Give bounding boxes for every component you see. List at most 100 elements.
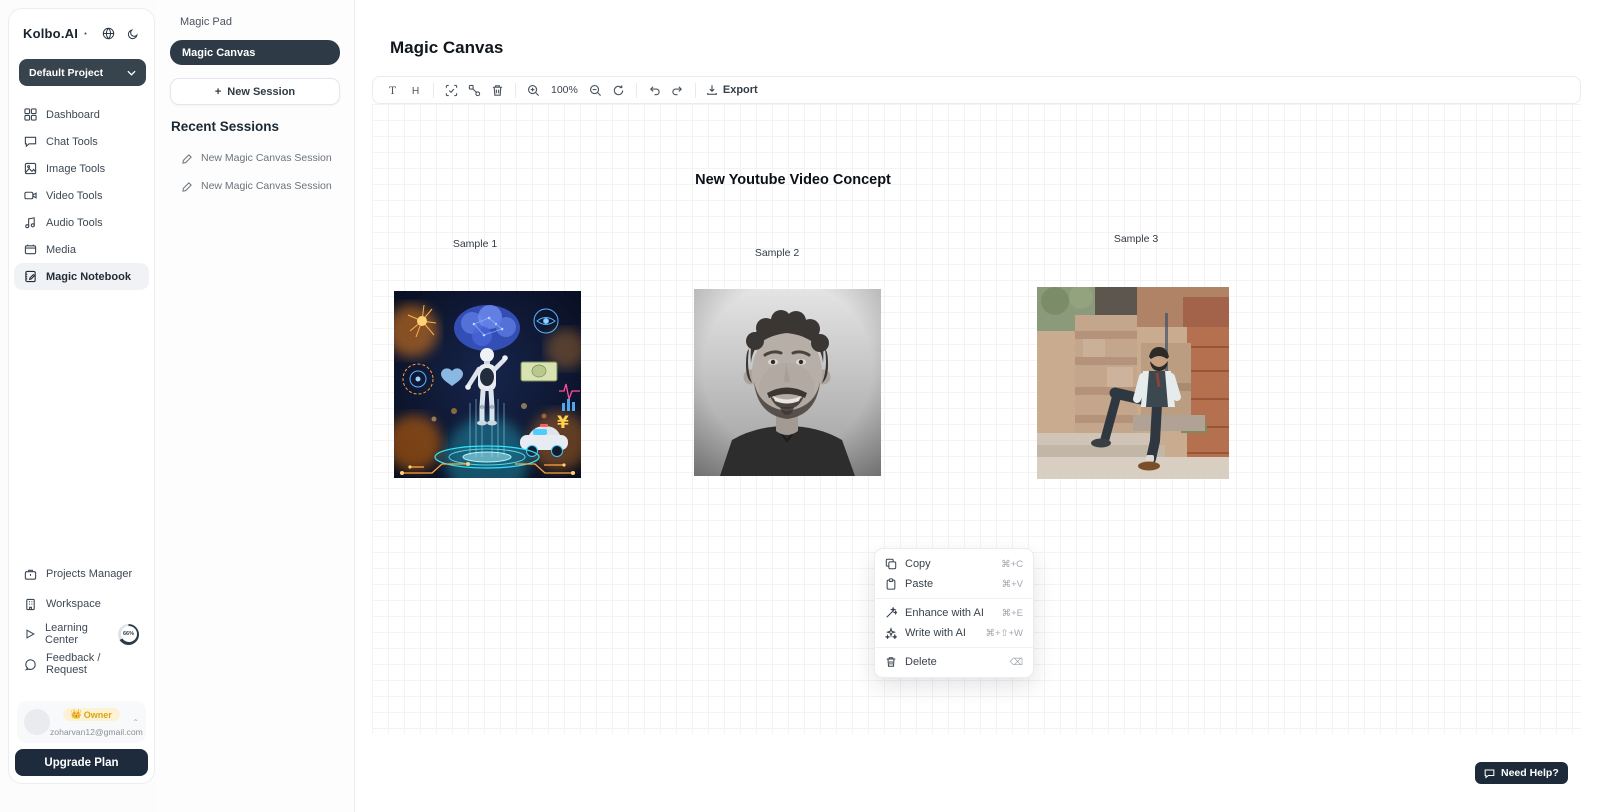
sidebar-item-dashboard[interactable]: Dashboard (14, 101, 149, 128)
context-menu-divider (875, 647, 1033, 648)
undo-icon (648, 84, 661, 97)
sidebar-item-magic-notebook[interactable]: Magic Notebook (14, 263, 149, 290)
zoom-in-button[interactable] (522, 79, 545, 101)
sidebar-item-label: Learning Center (45, 622, 107, 646)
sidebar-item-image-tools[interactable]: Image Tools (14, 155, 149, 182)
shortcut-label: ⌘+⇧+W (985, 628, 1023, 639)
reset-rotation-button[interactable] (607, 79, 630, 101)
chevron-down-icon (127, 70, 136, 76)
context-item-label: Enhance with AI (905, 607, 984, 619)
context-menu: Copy ⌘+C Paste ⌘+V Enhance with AI ⌘+E W… (874, 548, 1034, 678)
magic-canvas-item[interactable]: Magic Canvas (170, 40, 340, 65)
project-selector[interactable]: Default Project (19, 59, 146, 86)
learning-progress-ring: 66% (118, 624, 139, 645)
heading-tool-icon: H (409, 84, 422, 97)
shortcut-label: ⌘+V (1002, 579, 1023, 590)
user-account-row[interactable]: 👑Owner zoharvan12@gmail.com ⌃ (17, 701, 146, 743)
building-icon (24, 598, 37, 611)
new-session-label: New Session (227, 86, 295, 98)
sidebar-item-feedback[interactable]: Feedback / Request (14, 649, 149, 679)
sidebar-item-media[interactable]: Media (14, 236, 149, 263)
trash-icon (491, 84, 504, 97)
connector-tool-button[interactable] (463, 79, 486, 101)
paste-icon (885, 578, 897, 590)
canvas-heading-object[interactable]: New Youtube Video Concept (690, 172, 896, 188)
context-item-label: Copy (905, 558, 931, 570)
context-menu-item-copy[interactable]: Copy ⌘+C (875, 554, 1033, 574)
shortcut-label: ⌘+E (1002, 608, 1023, 619)
connector-tool-icon (468, 84, 481, 97)
context-menu-item-enhance-with-ai[interactable]: Enhance with AI ⌘+E (875, 603, 1033, 623)
sidebar-item-audio-tools[interactable]: Audio Tools (14, 209, 149, 236)
context-menu-item-paste[interactable]: Paste ⌘+V (875, 574, 1033, 594)
new-session-button[interactable]: + New Session (170, 78, 340, 105)
canvas-image-portrait[interactable] (694, 289, 881, 476)
sample-label-object[interactable]: Sample 2 (742, 247, 812, 259)
video-camera-icon (24, 189, 37, 202)
heading-tool-button[interactable]: H (404, 79, 427, 101)
music-note-icon (24, 216, 37, 229)
undo-button[interactable] (643, 79, 666, 101)
download-icon (706, 84, 718, 96)
zoom-out-icon (589, 84, 602, 97)
sidebar-item-chat-tools[interactable]: Chat Tools (14, 128, 149, 155)
sidebar-item-learning-center[interactable]: Learning Center 66% (14, 619, 149, 649)
recent-sessions-heading: Recent Sessions (171, 119, 279, 134)
magic-canvas-surface[interactable]: New Youtube Video Concept Sample 1 Sampl… (372, 104, 1581, 734)
upgrade-plan-button[interactable]: Upgrade Plan (15, 749, 148, 776)
sidebar-item-video-tools[interactable]: Video Tools (14, 182, 149, 209)
redo-icon (671, 84, 684, 97)
feedback-bubble-icon (24, 658, 37, 671)
magic-wand-icon (885, 607, 897, 619)
select-region-icon (445, 84, 458, 97)
need-help-button[interactable]: Need Help? (1475, 762, 1568, 784)
magic-pad-item[interactable]: Magic Pad (180, 16, 232, 28)
shortcut-label: ⌫ (1010, 657, 1023, 668)
delete-tool-button[interactable] (486, 79, 509, 101)
context-item-label: Write with AI (905, 627, 966, 639)
text-tool-icon: T (386, 84, 399, 97)
session-list-item[interactable]: New Magic Canvas Session (182, 180, 332, 192)
zoom-level-value[interactable]: 100% (545, 84, 584, 96)
notebook-pen-icon (24, 270, 37, 283)
zoom-in-icon (527, 84, 540, 97)
sidebar-item-projects-manager[interactable]: Projects Manager (14, 559, 149, 589)
canvas-image-seated-man[interactable] (1037, 287, 1229, 479)
theme-toggle-button[interactable] (124, 28, 142, 40)
export-button[interactable]: Export (702, 84, 762, 96)
sidebar-item-label: Feedback / Request (46, 652, 139, 676)
copy-icon (885, 558, 897, 570)
sparkles-icon (885, 627, 897, 639)
context-item-label: Delete (905, 656, 937, 668)
sidebar: Kolbo.AI Default Project (8, 8, 155, 784)
toolbar-separator (695, 83, 696, 98)
toolbar-separator (515, 83, 516, 98)
select-region-button[interactable] (440, 79, 463, 101)
context-menu-item-delete[interactable]: Delete ⌫ (875, 652, 1033, 672)
sample-label-object[interactable]: Sample 3 (1101, 233, 1171, 245)
sidebar-bottom-nav: Projects Manager Workspace Learning Cent… (14, 559, 149, 679)
language-globe-button[interactable] (99, 27, 118, 40)
sidebar-item-workspace[interactable]: Workspace (14, 589, 149, 619)
sessions-panel: Magic Pad Magic Canvas + New Session Rec… (156, 0, 355, 812)
canvas-image-ai-collage[interactable]: ¥ (394, 291, 581, 478)
text-tool-button[interactable]: T (381, 79, 404, 101)
session-item-label: New Magic Canvas Session (201, 152, 332, 164)
zoom-out-button[interactable] (584, 79, 607, 101)
context-menu-item-write-with-ai[interactable]: Write with AI ⌘+⇧+W (875, 623, 1033, 643)
chat-bubble-icon (24, 135, 37, 148)
sample-label-object[interactable]: Sample 1 (440, 238, 510, 250)
redo-button[interactable] (666, 79, 689, 101)
main-area: Magic Canvas T H 100% (355, 0, 1600, 812)
plus-icon: + (215, 86, 221, 98)
export-label: Export (723, 84, 758, 96)
sidebar-item-label: Video Tools (46, 190, 102, 202)
sidebar-item-label: Magic Notebook (46, 271, 131, 283)
svg-text:T: T (389, 86, 396, 97)
crown-icon: 👑 (71, 709, 82, 720)
media-folder-icon (24, 243, 37, 256)
sidebar-item-label: Projects Manager (46, 568, 132, 580)
project-selector-label: Default Project (29, 67, 103, 79)
pencil-icon (182, 181, 193, 192)
session-list-item[interactable]: New Magic Canvas Session (182, 152, 332, 164)
